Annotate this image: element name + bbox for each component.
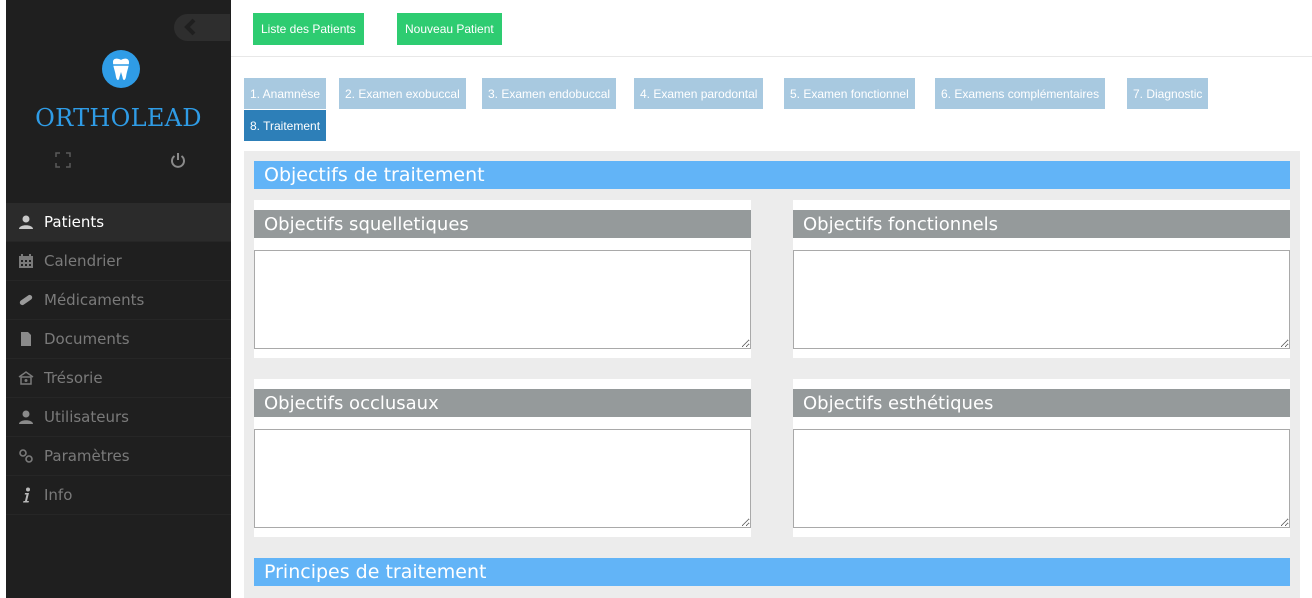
card-title: Objectifs occlusaux xyxy=(254,389,751,417)
sidebar-item-documents[interactable]: Documents xyxy=(6,320,231,359)
sidebar-item-medicaments[interactable]: Médicaments xyxy=(6,281,231,320)
card-objectifs-esthetiques: Objectifs esthétiques xyxy=(793,379,1290,537)
chevron-left-icon xyxy=(184,18,196,36)
tab-diagnostic[interactable]: 7. Diagnostic xyxy=(1127,78,1209,109)
calendar-icon xyxy=(18,253,34,269)
section-header-objectifs: Objectifs de traitement xyxy=(254,161,1290,189)
sidebar-item-label: Trésorie xyxy=(44,369,103,387)
card-title: Objectifs fonctionnels xyxy=(793,210,1290,238)
users-icon xyxy=(18,409,34,425)
sidebar-item-parametres[interactable]: Paramètres xyxy=(6,437,231,476)
safe-icon xyxy=(18,370,34,386)
tab-examens-complementaires[interactable]: 6. Examens complémentaires xyxy=(935,78,1106,109)
sidebar-collapse-button[interactable] xyxy=(174,14,230,41)
sidebar-item-label: Calendrier xyxy=(44,252,122,270)
tab-anamnese[interactable]: 1. Anamnèse xyxy=(244,78,327,109)
sidebar-item-label: Info xyxy=(44,486,73,504)
sidebar-nav: Patients Calendrier Médicaments Document… xyxy=(6,203,231,515)
sidebar-item-label: Documents xyxy=(44,330,130,348)
patient-list-button[interactable]: Liste des Patients xyxy=(253,13,364,45)
card-objectifs-squelletiques: Objectifs squelletiques xyxy=(254,200,751,358)
sidebar-item-calendrier[interactable]: Calendrier xyxy=(6,242,231,281)
objectifs-esthetiques-input[interactable] xyxy=(793,429,1290,528)
power-icon[interactable] xyxy=(170,152,186,168)
section-header-principes: Principes de traitement xyxy=(254,558,1290,586)
fullscreen-icon[interactable] xyxy=(55,152,71,168)
card-title: Objectifs esthétiques xyxy=(793,389,1290,417)
top-toolbar: Liste des Patients Nouveau Patient xyxy=(231,0,1312,57)
sidebar: ORTHOLEAD Patients Calendrier Médicament… xyxy=(6,0,231,598)
info-icon xyxy=(18,487,34,503)
tab-examen-parodontal[interactable]: 4. Examen parodontal xyxy=(634,78,764,109)
objectifs-occlusaux-input[interactable] xyxy=(254,429,751,528)
new-patient-button[interactable]: Nouveau Patient xyxy=(397,13,502,45)
sidebar-item-utilisateurs[interactable]: Utilisateurs xyxy=(6,398,231,437)
treatment-panel: Objectifs de traitement Objectifs squell… xyxy=(244,151,1300,598)
pill-icon xyxy=(18,292,34,308)
tooth-logo-icon xyxy=(102,50,140,88)
document-icon xyxy=(18,331,34,347)
sidebar-item-tresorie[interactable]: Trésorie xyxy=(6,359,231,398)
sidebar-item-info[interactable]: Info xyxy=(6,476,231,515)
sidebar-item-label: Utilisateurs xyxy=(44,408,129,426)
tab-traitement[interactable]: 8. Traitement xyxy=(244,110,327,141)
card-objectifs-occlusaux: Objectifs occlusaux xyxy=(254,379,751,537)
tab-examen-endobuccal[interactable]: 3. Examen endobuccal xyxy=(482,78,617,109)
sidebar-item-label: Patients xyxy=(44,213,105,231)
card-title: Objectifs squelletiques xyxy=(254,210,751,238)
cogs-icon xyxy=(18,448,34,464)
tab-examen-exobuccal[interactable]: 2. Examen exobuccal xyxy=(339,78,466,109)
card-objectifs-fonctionnels: Objectifs fonctionnels xyxy=(793,200,1290,358)
user-icon xyxy=(18,214,34,230)
brand-name: ORTHOLEAD xyxy=(35,104,202,132)
sidebar-item-label: Médicaments xyxy=(44,291,145,309)
objectifs-fonctionnels-input[interactable] xyxy=(793,250,1290,349)
sidebar-item-patients[interactable]: Patients xyxy=(6,203,231,242)
tab-examen-fonctionnel[interactable]: 5. Examen fonctionnel xyxy=(784,78,915,109)
objectifs-squelletiques-input[interactable] xyxy=(254,250,751,349)
sidebar-item-label: Paramètres xyxy=(44,447,130,465)
